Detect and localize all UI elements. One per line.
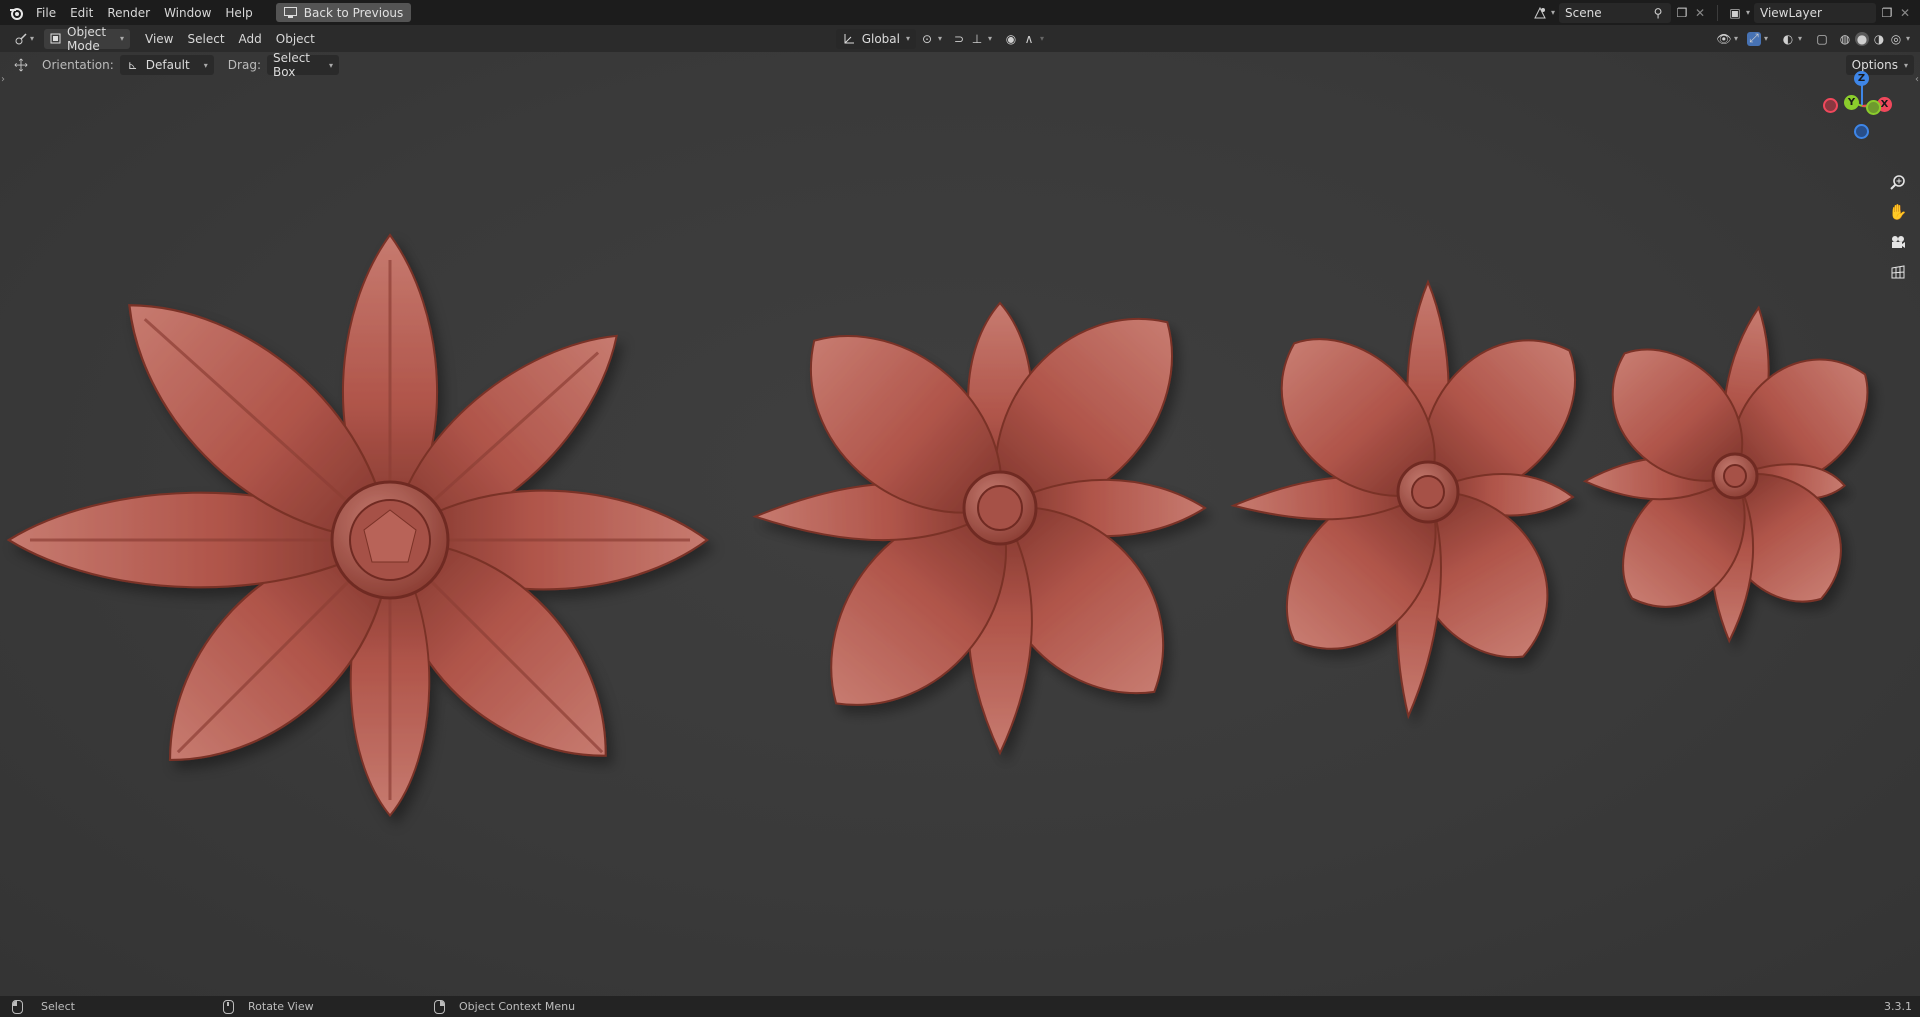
toolbar-expand-arrow[interactable]: › (1, 74, 5, 85)
transform-orientation-label: Global (861, 31, 900, 46)
mouse-left-icon (12, 999, 23, 1014)
close-scene-icon[interactable]: ✕ (1693, 6, 1707, 20)
view-layer-icon[interactable]: ▣ (1728, 6, 1742, 20)
status-context-menu: Object Context Menu (459, 1000, 576, 1013)
drag-label: Drag: (227, 58, 261, 72)
flower-models (6, 233, 1895, 817)
orientation-value: Default (145, 58, 190, 72)
header-menu-add[interactable]: Add (232, 28, 269, 50)
tool-settings-bar: Orientation: ⊾ Default ▾ Drag: Select Bo… (0, 52, 1920, 79)
status-rotate-view: Rotate View (248, 1000, 314, 1013)
menu-file[interactable]: File (29, 2, 63, 24)
3d-viewport[interactable]: Orientation: ⊾ Default ▾ Drag: Select Bo… (0, 52, 1920, 996)
menu-edit[interactable]: Edit (63, 2, 100, 24)
status-select: Select (41, 1000, 75, 1013)
move-tool-icon[interactable] (14, 58, 28, 72)
sidebar-expand-arrow[interactable]: ‹ (1915, 74, 1919, 85)
mouse-right-icon (434, 999, 445, 1014)
gizmo-neg-z[interactable] (1854, 124, 1869, 139)
menu-window[interactable]: Window (157, 2, 218, 24)
orientation-dropdown[interactable]: ⊾ Default ▾ (119, 55, 214, 75)
wireframe-shading-icon[interactable]: ◍ (1838, 32, 1852, 46)
gizmo-z-axis[interactable]: Z (1854, 71, 1869, 86)
falloff-curve-icon[interactable]: ∧ (1022, 32, 1036, 46)
object-mode-dropdown[interactable]: Object Mode ▾ (44, 25, 131, 53)
camera-icon[interactable] (1886, 230, 1910, 254)
pivot-point-icon[interactable]: ⊙ (920, 32, 934, 46)
transform-orientation-dropdown[interactable]: Global ▾ (836, 28, 916, 49)
view-layer-field[interactable]: ViewLayer (1754, 2, 1876, 23)
visibility-eye-icon[interactable]: 👁 (1716, 32, 1731, 46)
menu-render[interactable]: Render (100, 2, 157, 24)
back-to-previous-button[interactable]: Back to Previous (275, 3, 412, 22)
status-bar: Select Rotate View Object Context Menu 3… (0, 996, 1920, 1017)
screen-icon (284, 6, 298, 20)
flower-3[interactable] (1230, 279, 1609, 720)
gizmo-neg-y[interactable] (1866, 100, 1881, 115)
viewport-header: ▾ Object Mode ▾ View Select Add Object G… (0, 25, 1920, 53)
drag-value: Select Box (272, 52, 311, 79)
hand-icon[interactable]: ✋ (1886, 200, 1910, 224)
global-axes-icon (842, 32, 856, 46)
flower-2[interactable] (752, 277, 1215, 756)
grid-icon[interactable] (1886, 260, 1910, 284)
new-scene-icon[interactable]: ❐ (1675, 6, 1689, 20)
gizmo-neg-x[interactable] (1823, 98, 1838, 113)
xray-toggle-icon[interactable]: ▢ (1815, 32, 1829, 46)
pin-icon[interactable]: ⚲ (1651, 6, 1665, 20)
drag-dropdown[interactable]: Select Box ▾ (266, 52, 339, 79)
version-label: 3.3.1 (1884, 1000, 1912, 1013)
flower-1[interactable] (6, 233, 709, 817)
scene-name: Scene (1564, 5, 1602, 20)
flower-4[interactable] (1582, 305, 1895, 644)
material-shading-icon[interactable]: ◑ (1872, 32, 1886, 46)
object-mode-label: Object Mode (67, 24, 107, 53)
header-menu-view[interactable]: View (138, 28, 180, 50)
solid-shading-icon[interactable]: ● (1854, 31, 1869, 46)
new-view-layer-icon[interactable]: ❐ (1880, 6, 1894, 20)
editor-type-icon[interactable] (14, 32, 28, 46)
view-layer-name: ViewLayer (1760, 5, 1822, 20)
blender-logo-icon[interactable] (9, 6, 23, 20)
orientation-label: Orientation: (42, 58, 114, 72)
snap-increment-icon[interactable]: ⊥ (970, 32, 984, 46)
close-view-layer-icon[interactable]: ✕ (1898, 6, 1912, 20)
header-menu-object[interactable]: Object (269, 28, 322, 50)
menu-help[interactable]: Help (218, 2, 259, 24)
navigation-gizmo[interactable]: Z Y X (1820, 66, 1900, 146)
rendered-shading-icon[interactable]: ◎ (1889, 32, 1903, 46)
gizmo-toggle-icon[interactable]: ⤢ (1746, 31, 1761, 46)
scene-field[interactable]: Scene ⚲ (1558, 2, 1671, 23)
back-to-previous-label: Back to Previous (303, 5, 404, 20)
header-menu-select[interactable]: Select (181, 28, 232, 50)
zoom-icon[interactable] (1886, 170, 1910, 194)
orientation-icon: ⊾ (127, 58, 138, 72)
snap-icon[interactable]: ⊃ (952, 32, 966, 46)
gizmo-y-axis[interactable]: Y (1844, 95, 1859, 110)
top-bar: File Edit Render Window Help Back to Pre… (0, 0, 1920, 25)
proportional-edit-icon[interactable]: ◉ (1004, 32, 1018, 46)
scene-icon[interactable] (1533, 6, 1547, 20)
mouse-middle-icon (223, 999, 234, 1014)
overlays-icon[interactable]: ◐ (1781, 32, 1795, 46)
object-mode-icon (50, 32, 61, 46)
